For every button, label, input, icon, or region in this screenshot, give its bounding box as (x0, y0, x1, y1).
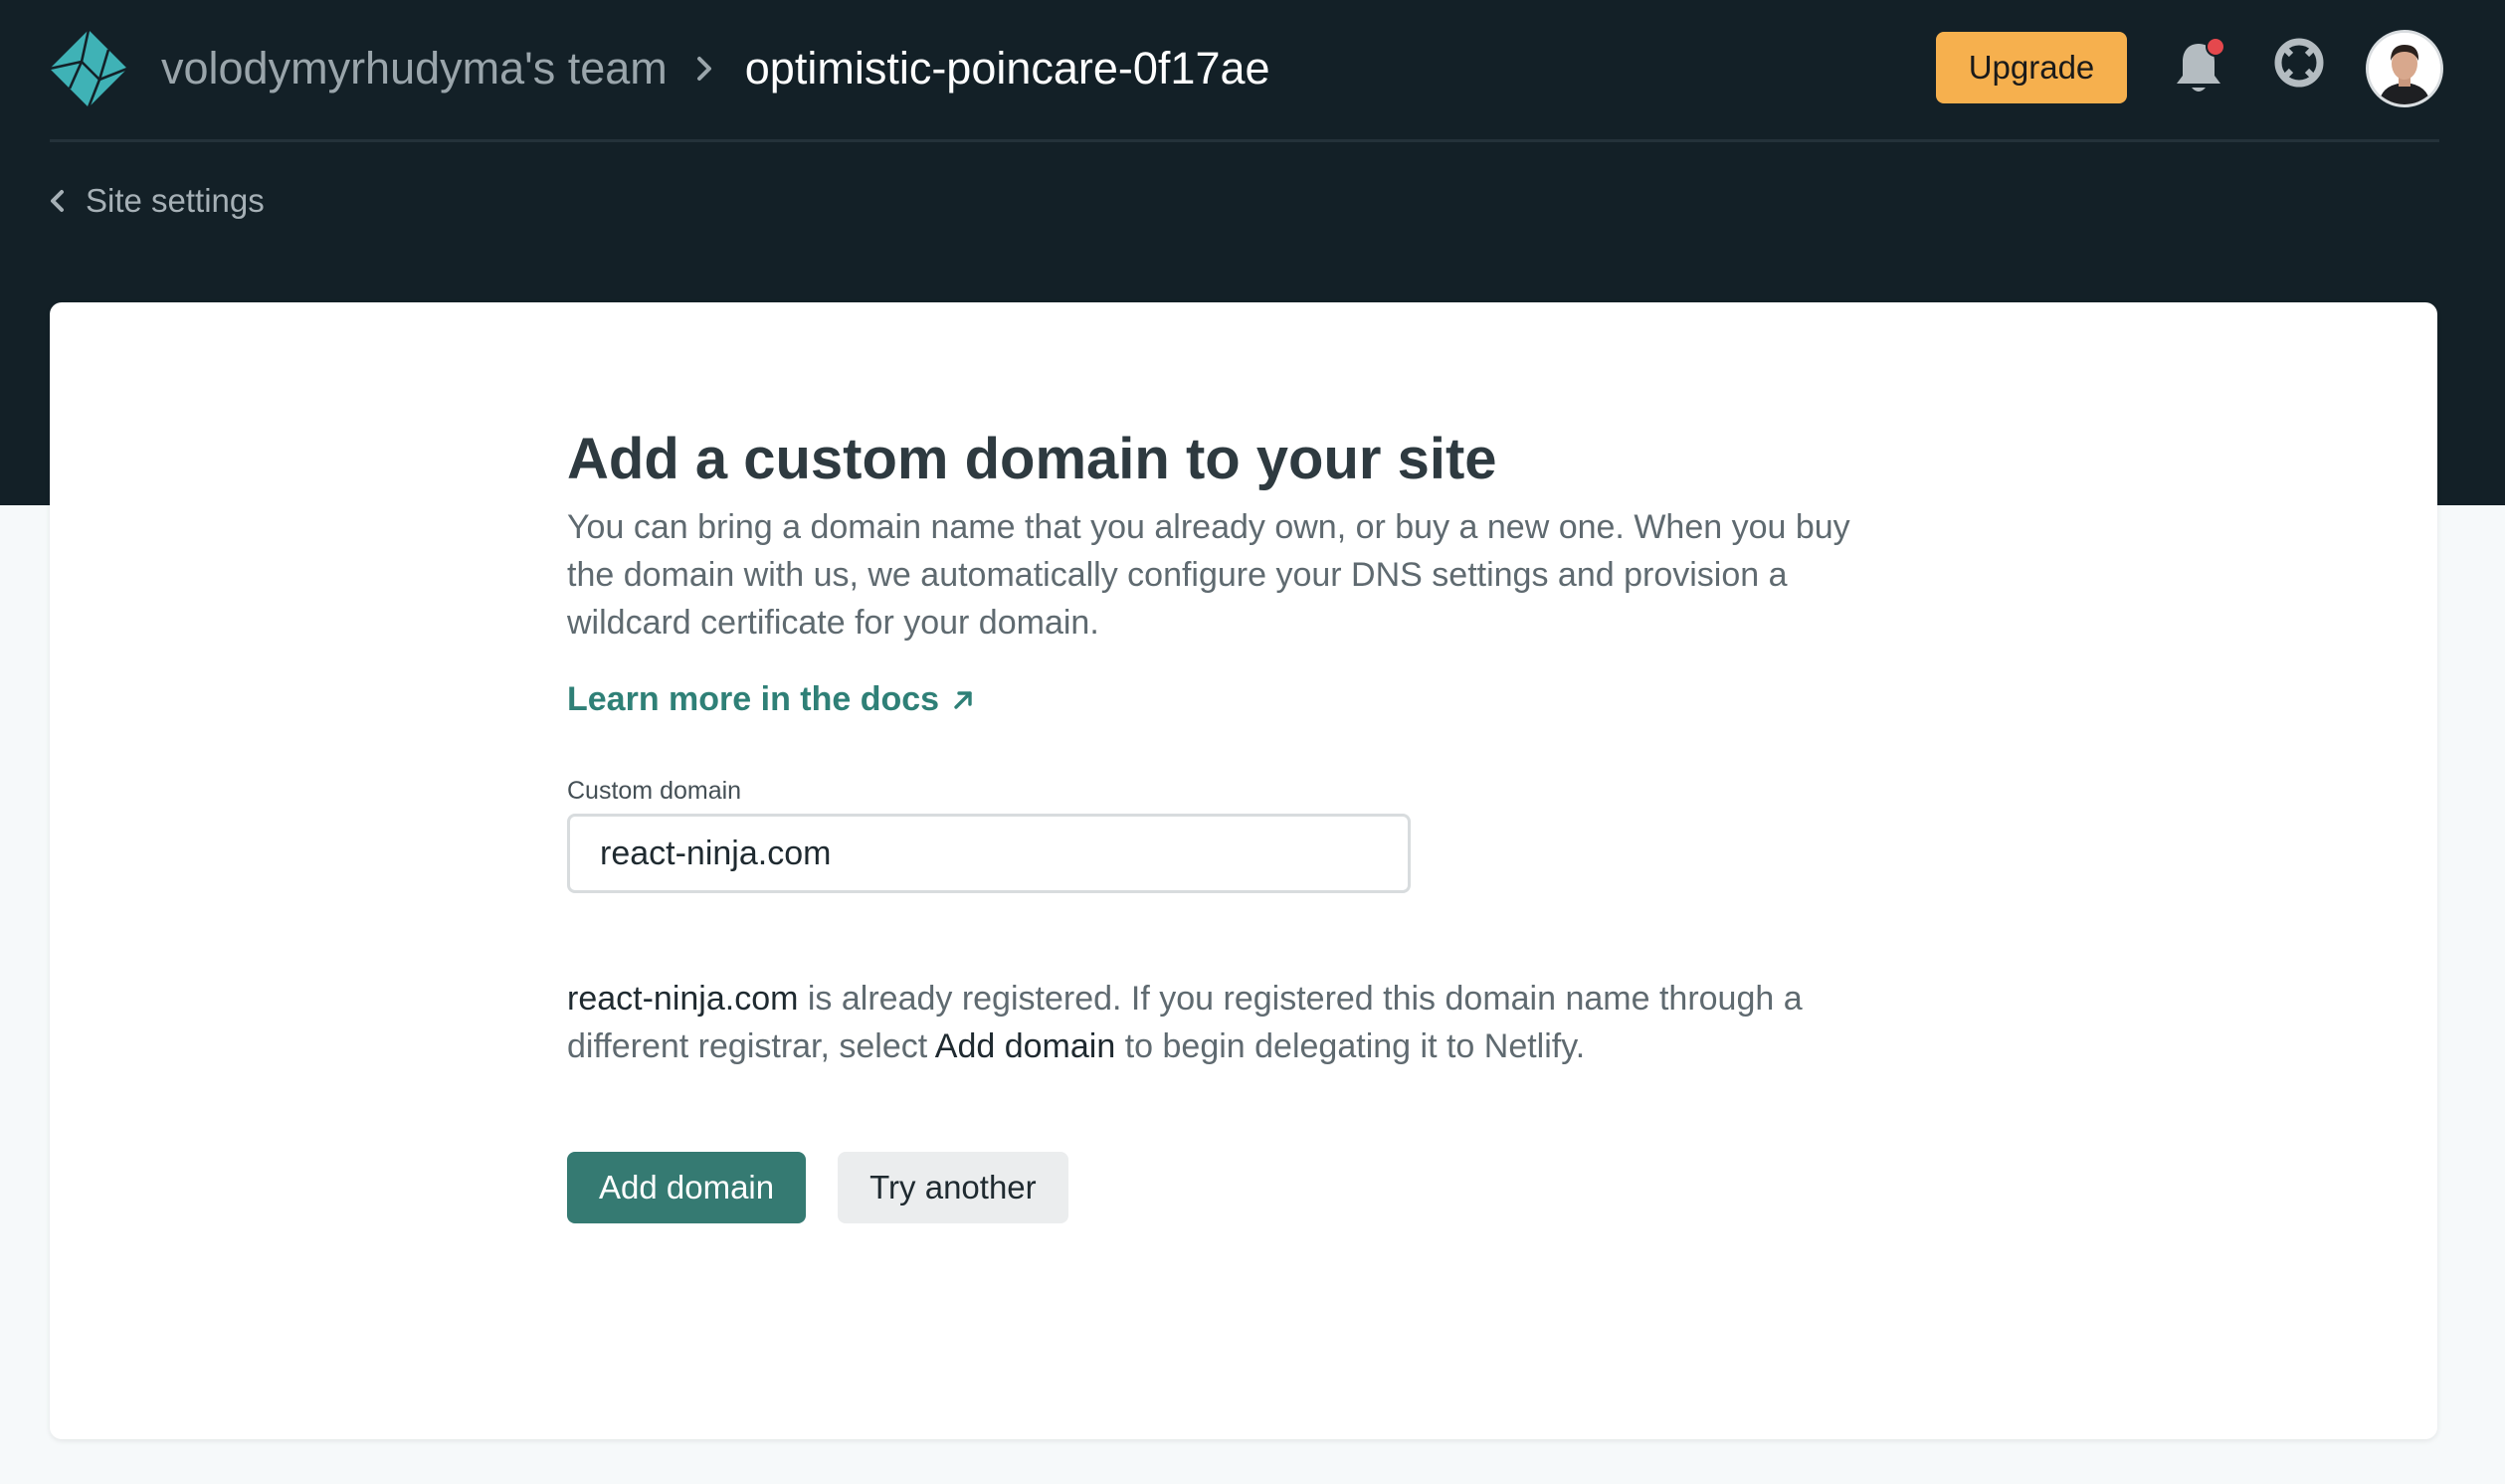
add-domain-button[interactable]: Add domain (567, 1152, 807, 1223)
custom-domain-card: Add a custom domain to your site You can… (50, 302, 2437, 1439)
chevron-left-icon (51, 190, 64, 212)
external-link-arrow-icon (954, 690, 972, 709)
notice-action: Add domain (934, 1027, 1116, 1065)
card-content: Add a custom domain to your site You can… (567, 422, 1920, 1223)
upgrade-button[interactable]: Upgrade (1936, 32, 2127, 103)
top-navigation: volodymyrhudyma's team optimistic-poinca… (0, 0, 2505, 139)
back-to-site-settings-link[interactable]: Site settings (48, 177, 265, 225)
notice-domain: react-ninja.com (567, 980, 799, 1018)
try-another-button[interactable]: Try another (838, 1152, 1068, 1223)
docs-link[interactable]: Learn more in the docs (567, 680, 1920, 719)
header-divider (50, 139, 2439, 142)
chevron-right-icon (696, 57, 711, 81)
page-title: Add a custom domain to your site (567, 427, 1497, 491)
avatar-image (2369, 33, 2440, 104)
bell-icon[interactable] (2169, 36, 2228, 99)
breadcrumb-site[interactable]: optimistic-poincare-0f17ae (745, 43, 1270, 94)
lifebuoy-icon[interactable] (2272, 36, 2326, 90)
form-actions: Add domain Try another (567, 1152, 1920, 1223)
breadcrumb-team[interactable]: volodymyrhudyma's team (161, 43, 668, 94)
domain-status-notice: react-ninja.com is already registered. I… (567, 975, 1920, 1070)
page-description: You can bring a domain name that you alr… (567, 508, 1850, 642)
netlify-logo-icon[interactable] (48, 28, 129, 109)
notice-text-2: to begin delegating it to Netlify. (1115, 1027, 1586, 1065)
back-link-label: Site settings (86, 182, 265, 219)
custom-domain-label: Custom domain (567, 777, 742, 805)
docs-link-label: Learn more in the docs (567, 680, 940, 718)
breadcrumb: volodymyrhudyma's team optimistic-poinca… (161, 36, 1270, 101)
user-avatar[interactable] (2366, 30, 2443, 107)
custom-domain-input[interactable] (567, 814, 1411, 893)
